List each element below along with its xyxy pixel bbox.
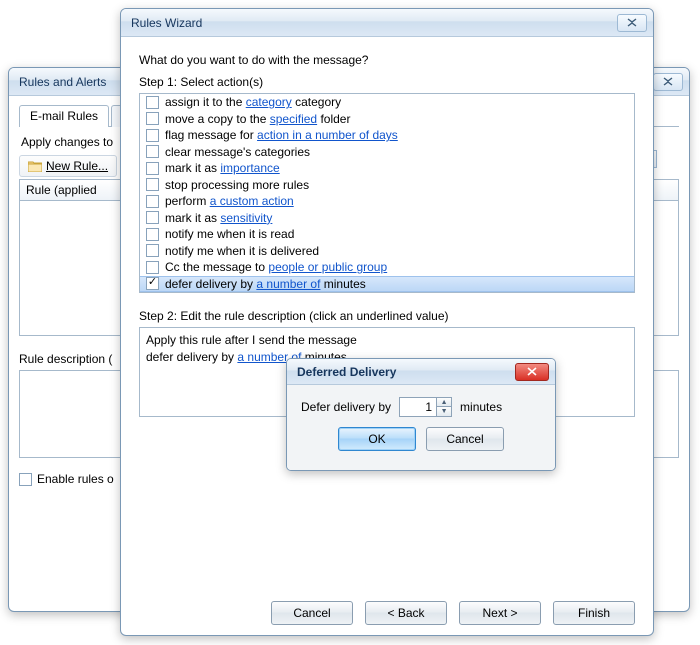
action-checkbox[interactable] xyxy=(146,112,159,125)
action-label: flag message for action in a number of d… xyxy=(165,127,398,143)
enable-rules-label: Enable rules o xyxy=(37,472,114,486)
minutes-spinner[interactable]: ▲ ▼ xyxy=(436,397,452,417)
wizard-close-button[interactable] xyxy=(617,14,647,32)
defer-label: Defer delivery by xyxy=(301,400,391,414)
action-row[interactable]: Cc the message to people or public group xyxy=(140,259,634,276)
action-row[interactable]: move a copy to the specified folder xyxy=(140,111,634,128)
action-checkbox[interactable] xyxy=(146,129,159,142)
action-link[interactable]: a custom action xyxy=(210,194,294,208)
action-checkbox[interactable] xyxy=(146,244,159,257)
action-row[interactable]: perform a custom action xyxy=(140,193,634,210)
next-button[interactable]: Next > xyxy=(459,601,541,625)
defer-unit: minutes xyxy=(460,400,502,414)
cancel-button[interactable]: Cancel xyxy=(271,601,353,625)
defer-ok-button[interactable]: OK xyxy=(338,427,416,451)
action-checkbox[interactable] xyxy=(146,145,159,158)
action-checkbox[interactable] xyxy=(146,228,159,241)
defer-titlebar[interactable]: Deferred Delivery xyxy=(287,359,555,385)
wizard-heading: What do you want to do with the message? xyxy=(139,53,635,67)
actions-list[interactable]: assign it to the category categorymove a… xyxy=(139,93,635,293)
finish-button[interactable]: Finish xyxy=(553,601,635,625)
action-checkbox[interactable] xyxy=(146,195,159,208)
action-row[interactable]: mark it as sensitivity xyxy=(140,210,634,227)
action-label: assign it to the category category xyxy=(165,94,341,110)
action-label: mark it as importance xyxy=(165,160,280,176)
action-link[interactable]: people or public group xyxy=(268,260,387,274)
action-label: notify me when it is read xyxy=(165,226,294,242)
action-label: stop processing more rules xyxy=(165,177,309,193)
defer-title: Deferred Delivery xyxy=(297,365,515,379)
close-icon xyxy=(526,367,538,376)
deferred-delivery-dialog: Deferred Delivery Defer delivery by ▲ ▼ … xyxy=(286,358,556,471)
close-icon xyxy=(663,77,674,86)
action-row[interactable]: stop processing more rules xyxy=(140,177,634,194)
back-button[interactable]: < Back xyxy=(365,601,447,625)
rules-alerts-close-button[interactable] xyxy=(653,73,683,91)
action-label: mark it as sensitivity xyxy=(165,210,272,226)
tab-email-rules[interactable]: E-mail Rules xyxy=(19,105,109,127)
wizard-step1-label: Step 1: Select action(s) xyxy=(139,75,635,89)
action-link[interactable]: action in a number of days xyxy=(257,128,398,142)
action-checkbox[interactable] xyxy=(146,277,159,290)
action-link[interactable]: sensitivity xyxy=(220,211,272,225)
action-label: Cc the message to people or public group xyxy=(165,259,387,275)
action-link[interactable]: a number of xyxy=(256,277,320,291)
wizard-footer: Cancel < Back Next > Finish xyxy=(139,589,635,625)
action-row[interactable]: clear message's categories xyxy=(140,144,634,161)
action-label: notify me when it is delivered xyxy=(165,243,319,259)
action-link[interactable]: category xyxy=(246,95,292,109)
action-checkbox[interactable] xyxy=(146,178,159,191)
action-row[interactable]: defer delivery by a number of minutes xyxy=(140,276,634,293)
new-rule-label: New Rule... xyxy=(46,159,108,173)
action-row[interactable]: assign it to the category category xyxy=(140,94,634,111)
rules-wizard-window: Rules Wizard What do you want to do with… xyxy=(120,8,654,636)
spinner-up-icon[interactable]: ▲ xyxy=(437,398,451,407)
new-rule-button[interactable]: New Rule... xyxy=(19,155,117,177)
action-link[interactable]: importance xyxy=(220,161,279,175)
action-label: perform a custom action xyxy=(165,193,294,209)
wizard-titlebar[interactable]: Rules Wizard xyxy=(121,9,653,37)
desc-line2-pre: defer delivery by xyxy=(146,350,237,364)
wizard-step2-label: Step 2: Edit the rule description (click… xyxy=(139,309,635,323)
defer-cancel-button[interactable]: Cancel xyxy=(426,427,504,451)
action-link[interactable]: specified xyxy=(270,112,317,126)
action-label: move a copy to the specified folder xyxy=(165,111,350,127)
action-checkbox[interactable] xyxy=(146,211,159,224)
defer-close-button[interactable] xyxy=(515,363,549,381)
action-row[interactable]: notify me when it is read xyxy=(140,226,634,243)
action-checkbox[interactable] xyxy=(146,96,159,109)
enable-rules-checkbox[interactable] xyxy=(19,473,32,486)
wizard-title: Rules Wizard xyxy=(131,16,617,30)
defer-minutes-input[interactable] xyxy=(399,397,437,417)
action-row[interactable]: flag message for action in a number of d… xyxy=(140,127,634,144)
action-row[interactable]: mark it as importance xyxy=(140,160,634,177)
desc-line-1: Apply this rule after I send the message xyxy=(146,332,628,349)
spinner-down-icon[interactable]: ▼ xyxy=(437,407,451,416)
action-checkbox[interactable] xyxy=(146,261,159,274)
action-row[interactable]: notify me when it is delivered xyxy=(140,243,634,260)
folder-icon xyxy=(28,160,42,172)
action-label: clear message's categories xyxy=(165,144,310,160)
action-checkbox[interactable] xyxy=(146,162,159,175)
action-label: defer delivery by a number of minutes xyxy=(165,276,366,292)
close-icon xyxy=(627,18,638,27)
